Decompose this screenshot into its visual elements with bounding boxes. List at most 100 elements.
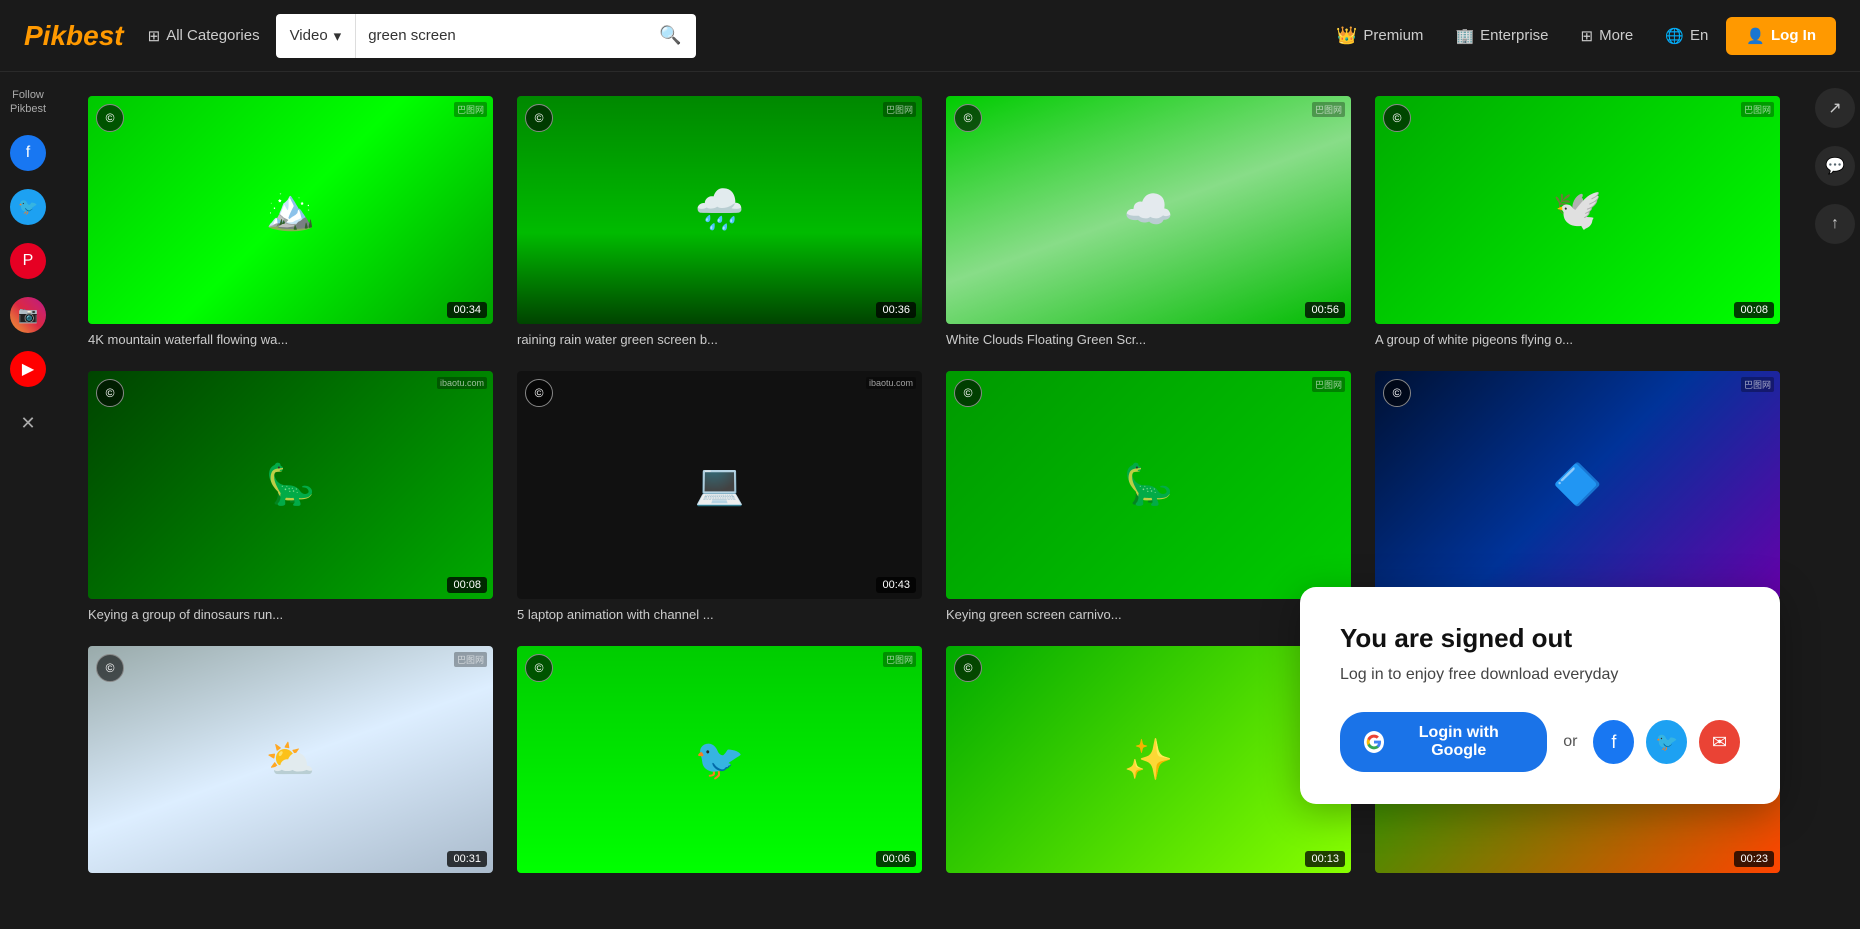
more-label: More <box>1599 27 1633 44</box>
video-card[interactable]: 🐦 © 巴图网 00:06 <box>517 646 922 874</box>
comment-button[interactable]: 💬 <box>1815 146 1855 186</box>
copyright-badge: © <box>96 104 124 132</box>
search-button[interactable]: 🔍 <box>645 25 695 46</box>
popup-subtitle: Log in to enjoy free download everyday <box>1340 666 1740 684</box>
all-categories-button[interactable]: ⊞ All Categories <box>148 27 260 45</box>
copyright-badge: © <box>525 379 553 407</box>
watermark: ibaotu.com <box>437 377 487 389</box>
header: Pikbest ⊞ All Categories Video ▾ 🔍 👑 Pre… <box>0 0 1860 72</box>
crown-icon: 👑 <box>1336 26 1357 46</box>
search-type-selector[interactable]: Video ▾ <box>276 14 357 58</box>
duration-badge: 00:23 <box>1734 851 1774 867</box>
duration-badge: 00:08 <box>447 577 487 593</box>
thumb-background: 💻 <box>517 371 922 599</box>
video-thumbnail: 🦕 © 巴图网 <box>946 371 1351 599</box>
facebook-login-button[interactable]: f <box>1593 720 1634 764</box>
video-card[interactable]: ✨ © 巴图网 00:13 <box>946 646 1351 874</box>
thumb-background: 🏔️ <box>88 96 493 324</box>
watermark: 巴图网 <box>454 652 487 667</box>
pinterest-follow-icon[interactable]: P <box>10 243 46 279</box>
logo[interactable]: Pikbest <box>24 20 124 52</box>
google-login-button[interactable]: Login with Google <box>1340 712 1547 772</box>
video-title: 4K mountain waterfall flowing wa... <box>88 332 493 347</box>
premium-label: Premium <box>1363 27 1423 44</box>
close-sidebar-button[interactable]: ✕ <box>20 413 35 434</box>
popup-title: You are signed out <box>1340 623 1740 654</box>
video-card[interactable]: 🏔️ © 巴图网 00:34 4K mountain waterfall flo… <box>88 96 493 347</box>
video-thumbnail: ⛅ © 巴图网 00:31 <box>88 646 493 874</box>
facebook-follow-icon[interactable]: f <box>10 135 46 171</box>
video-card[interactable]: 🔷 © 巴图网 <box>1375 371 1780 622</box>
thumb-background: 🐦 <box>517 646 922 874</box>
copyright-badge: © <box>954 654 982 682</box>
duration-badge: 00:08 <box>1734 302 1774 318</box>
more-grid-icon: ⊞ <box>1581 27 1594 45</box>
enterprise-link[interactable]: 🏢 Enterprise <box>1441 19 1562 53</box>
upload-icon: ↑ <box>1831 215 1839 233</box>
video-thumbnail: 🔷 © 巴图网 <box>1375 371 1780 599</box>
video-thumbnail: 🌧️ © 巴图网 00:36 <box>517 96 922 324</box>
or-label: or <box>1563 733 1577 751</box>
duration-badge: 00:06 <box>876 851 916 867</box>
comment-icon: 💬 <box>1825 156 1845 176</box>
search-icon: 🔍 <box>659 25 681 45</box>
facebook-icon: f <box>1611 732 1616 753</box>
chevron-down-icon: ▾ <box>334 27 342 45</box>
instagram-follow-icon[interactable]: 📷 <box>10 297 46 333</box>
video-card[interactable]: ☁️ © 巴图网 00:56 White Clouds Floating Gre… <box>946 96 1351 347</box>
video-thumbnail: 🕊️ © 巴图网 00:08 <box>1375 96 1780 324</box>
twitter-login-button[interactable]: 🐦 <box>1646 720 1687 764</box>
duration-badge: 00:36 <box>876 302 916 318</box>
copyright-badge: © <box>1383 104 1411 132</box>
thumb-background: 🦕 <box>88 371 493 599</box>
premium-link[interactable]: 👑 Premium <box>1322 18 1437 54</box>
language-selector[interactable]: 🌐 En <box>1651 19 1722 53</box>
video-title: A group of white pigeons flying o... <box>1375 332 1780 347</box>
video-thumbnail: 🦕 © ibaotu.com 00:08 <box>88 371 493 599</box>
video-thumbnail: ☁️ © 巴图网 00:56 <box>946 96 1351 324</box>
google-login-label: Login with Google <box>1394 724 1523 760</box>
follow-label: Follow Pikbest <box>0 88 56 117</box>
right-sidebar: ↗ 💬 ↑ <box>1810 72 1860 884</box>
search-type-label: Video <box>290 27 328 44</box>
video-card[interactable]: 🦕 © 巴图网 Keying green screen carnivo... <box>946 371 1351 622</box>
share-button[interactable]: ↗ <box>1815 88 1855 128</box>
more-link[interactable]: ⊞ More <box>1567 19 1648 53</box>
watermark: 巴图网 <box>454 102 487 117</box>
globe-icon: 🌐 <box>1665 27 1684 45</box>
copyright-badge: © <box>1383 379 1411 407</box>
video-card[interactable]: 🦕 © ibaotu.com 00:08 Keying a group of d… <box>88 371 493 622</box>
video-thumbnail: ✨ © 巴图网 00:13 <box>946 646 1351 874</box>
email-icon: ✉ <box>1712 732 1727 753</box>
email-login-button[interactable]: ✉ <box>1699 720 1740 764</box>
video-card[interactable]: 💻 © ibaotu.com 00:43 5 laptop animation … <box>517 371 922 622</box>
watermark: 巴图网 <box>1312 377 1345 392</box>
watermark: 巴图网 <box>883 652 916 667</box>
left-sidebar: Follow Pikbest f 🐦 P 📷 ▶ ✕ <box>0 72 56 884</box>
duration-badge: 00:34 <box>447 302 487 318</box>
video-thumbnail: 💻 © ibaotu.com 00:43 <box>517 371 922 599</box>
search-input[interactable] <box>356 27 645 44</box>
copyright-badge: © <box>525 654 553 682</box>
video-card[interactable]: 🌧️ © 巴图网 00:36 raining rain water green … <box>517 96 922 347</box>
copyright-badge: © <box>525 104 553 132</box>
thumb-background: ⛅ <box>88 646 493 874</box>
twitter-follow-icon[interactable]: 🐦 <box>10 189 46 225</box>
thumb-background: 🔷 <box>1375 371 1780 599</box>
thumb-background: ☁️ <box>946 96 1351 324</box>
thumb-background: 🕊️ <box>1375 96 1780 324</box>
signin-popup: You are signed out Log in to enjoy free … <box>1300 587 1780 804</box>
duration-badge: 00:56 <box>1305 302 1345 318</box>
duration-badge: 00:31 <box>447 851 487 867</box>
all-categories-label: All Categories <box>166 27 259 44</box>
youtube-follow-icon[interactable]: ▶ <box>10 351 46 387</box>
login-label: Log In <box>1771 27 1816 44</box>
watermark: 巴图网 <box>883 102 916 117</box>
watermark: 巴图网 <box>1741 102 1774 117</box>
watermark: ibaotu.com <box>866 377 916 389</box>
video-card[interactable]: 🕊️ © 巴图网 00:08 A group of white pigeons … <box>1375 96 1780 347</box>
copyright-badge: © <box>954 104 982 132</box>
upload-button[interactable]: ↑ <box>1815 204 1855 244</box>
video-card[interactable]: ⛅ © 巴图网 00:31 <box>88 646 493 874</box>
login-button[interactable]: 👤 Log In <box>1726 17 1836 55</box>
